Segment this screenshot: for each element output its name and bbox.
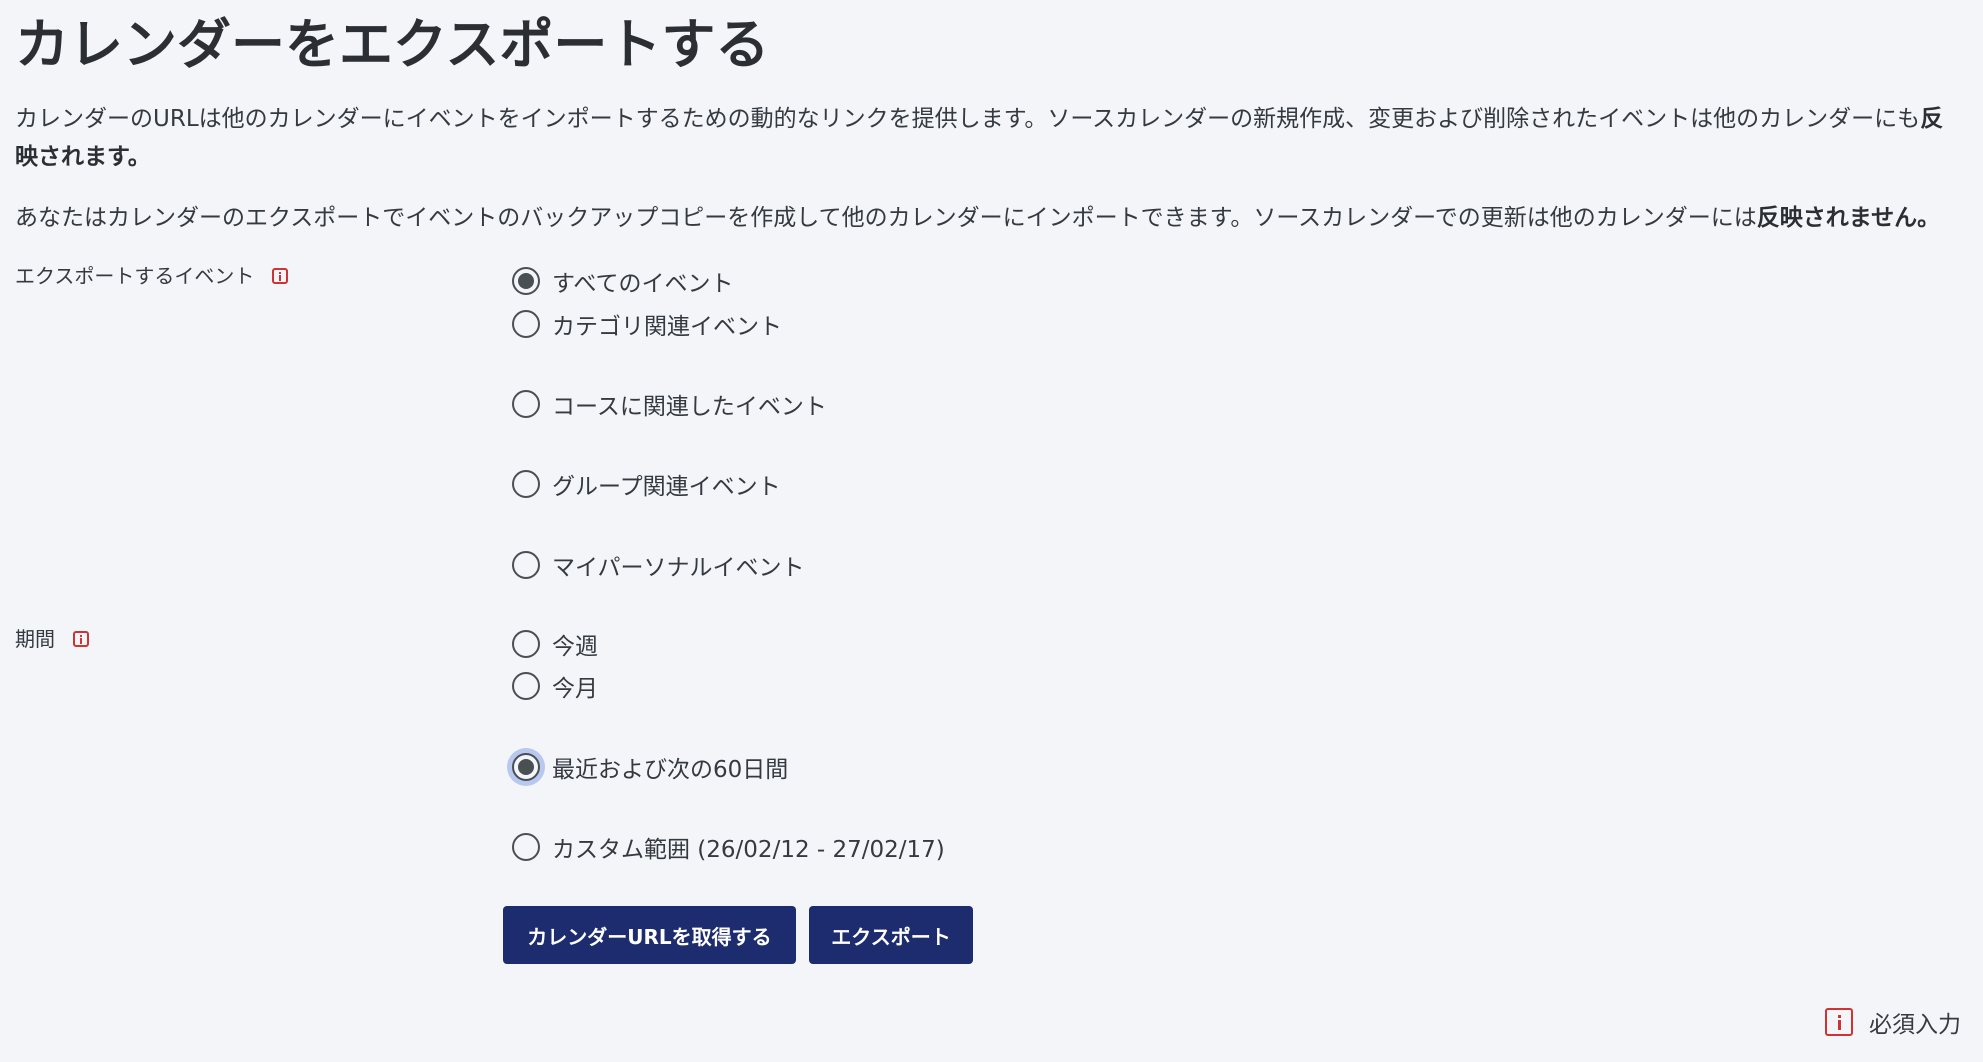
radio-label: カテゴリ関連イベント bbox=[552, 314, 782, 340]
radio-button[interactable] bbox=[512, 551, 540, 579]
radio-this-month[interactable]: 今月 bbox=[512, 668, 598, 704]
radio-group-events[interactable]: グループ関連イベント bbox=[512, 466, 781, 502]
required-info-icon bbox=[1825, 1008, 1853, 1036]
page-title: カレンダーをエクスポートする bbox=[15, 13, 770, 76]
radio-button[interactable] bbox=[512, 390, 540, 418]
radio-button[interactable] bbox=[512, 672, 540, 700]
radio-button[interactable] bbox=[512, 833, 540, 861]
radio-all-events[interactable]: すべてのイベント bbox=[512, 263, 733, 299]
events-info-icon[interactable] bbox=[272, 268, 289, 284]
radio-button-checked[interactable] bbox=[512, 753, 540, 781]
required-fields-note: 必須入力 bbox=[1825, 1005, 1961, 1039]
required-label: 必須入力 bbox=[1869, 1012, 1961, 1038]
radio-label: グループ関連イベント bbox=[552, 474, 781, 500]
radio-label: 今週 bbox=[552, 634, 598, 660]
period-label-text: 期間 bbox=[15, 627, 55, 651]
radio-label: マイパーソナルイベント bbox=[552, 555, 805, 581]
export-button[interactable]: エクスポート bbox=[809, 906, 973, 964]
intro-paragraph-2-text: あなたはカレンダーのエクスポートでイベントのバックアップコピーを作成して他のカレ… bbox=[15, 205, 1757, 231]
radio-label: 今月 bbox=[552, 676, 598, 702]
radio-category-events[interactable]: カテゴリ関連イベント bbox=[512, 306, 782, 342]
radio-personal-events[interactable]: マイパーソナルイベント bbox=[512, 547, 805, 583]
radio-this-week[interactable]: 今週 bbox=[512, 626, 598, 662]
events-label-text: エクスポートするイベント bbox=[15, 264, 255, 288]
radio-label: コースに関連したイベント bbox=[552, 394, 827, 420]
intro-paragraph-dynamic-link: カレンダーのURLは他のカレンダーにイベントをインポートするための動的なリンクを… bbox=[15, 100, 1960, 176]
intro-paragraph-1-text: カレンダーのURLは他のカレンダーにイベントをインポートするための動的なリンクを… bbox=[15, 106, 1921, 132]
period-info-icon[interactable] bbox=[73, 631, 89, 647]
radio-course-events[interactable]: コースに関連したイベント bbox=[512, 386, 827, 422]
radio-button[interactable] bbox=[512, 630, 540, 658]
radio-recent-and-next-60-days[interactable]: 最近および次の60日間 bbox=[512, 749, 788, 785]
radio-label: すべてのイベント bbox=[552, 271, 734, 297]
radio-label: カスタム範囲 (26/02/12 - 27/02/17) bbox=[552, 837, 945, 863]
radio-button[interactable] bbox=[512, 310, 540, 338]
radio-label: 最近および次の60日間 bbox=[552, 757, 789, 783]
intro-paragraph-backup: あなたはカレンダーのエクスポートでイベントのバックアップコピーを作成して他のカレ… bbox=[15, 199, 1960, 237]
get-calendar-url-button[interactable]: カレンダーURLを取得する bbox=[503, 906, 796, 964]
radio-button[interactable] bbox=[512, 470, 540, 498]
events-field-label: エクスポートするイベント bbox=[15, 262, 289, 290]
period-field-label: 期間 bbox=[15, 625, 89, 653]
intro-paragraph-2-emphasis: 反映されません。 bbox=[1756, 205, 1941, 231]
radio-custom-range[interactable]: カスタム範囲 (26/02/12 - 27/02/17) bbox=[512, 829, 945, 865]
radio-button-checked[interactable] bbox=[512, 267, 540, 295]
